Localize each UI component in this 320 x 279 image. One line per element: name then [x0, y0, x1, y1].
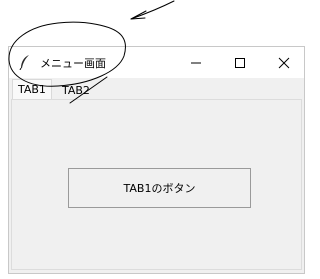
maximize-icon: [235, 58, 245, 68]
close-button[interactable]: [262, 47, 306, 78]
screenshot-canvas: メニュー画面 TAB1 TAB2 TAB1のボタン: [0, 0, 309, 279]
feather-icon: [18, 54, 32, 71]
app-window: メニュー画面 TAB1 TAB2 TAB1のボタン: [8, 46, 305, 274]
maximize-button[interactable]: [218, 47, 262, 78]
tab-tab2[interactable]: TAB2: [57, 81, 95, 100]
window-title: メニュー画面: [40, 57, 106, 70]
annotation-arrowhead: [130, 10, 147, 20]
title-bar[interactable]: メニュー画面: [9, 47, 304, 78]
minimize-icon: [191, 62, 201, 64]
tab1-button-label: TAB1のボタン: [123, 182, 196, 195]
tab-bar: TAB1 TAB2: [9, 78, 304, 100]
close-icon: [278, 57, 290, 69]
tab-panel: TAB1のボタン: [11, 99, 302, 270]
annotation-arrow: [130, 0, 175, 20]
tab1-button[interactable]: TAB1のボタン: [68, 168, 251, 208]
minimize-button[interactable]: [174, 47, 218, 78]
tab-tab1[interactable]: TAB1: [12, 79, 52, 100]
